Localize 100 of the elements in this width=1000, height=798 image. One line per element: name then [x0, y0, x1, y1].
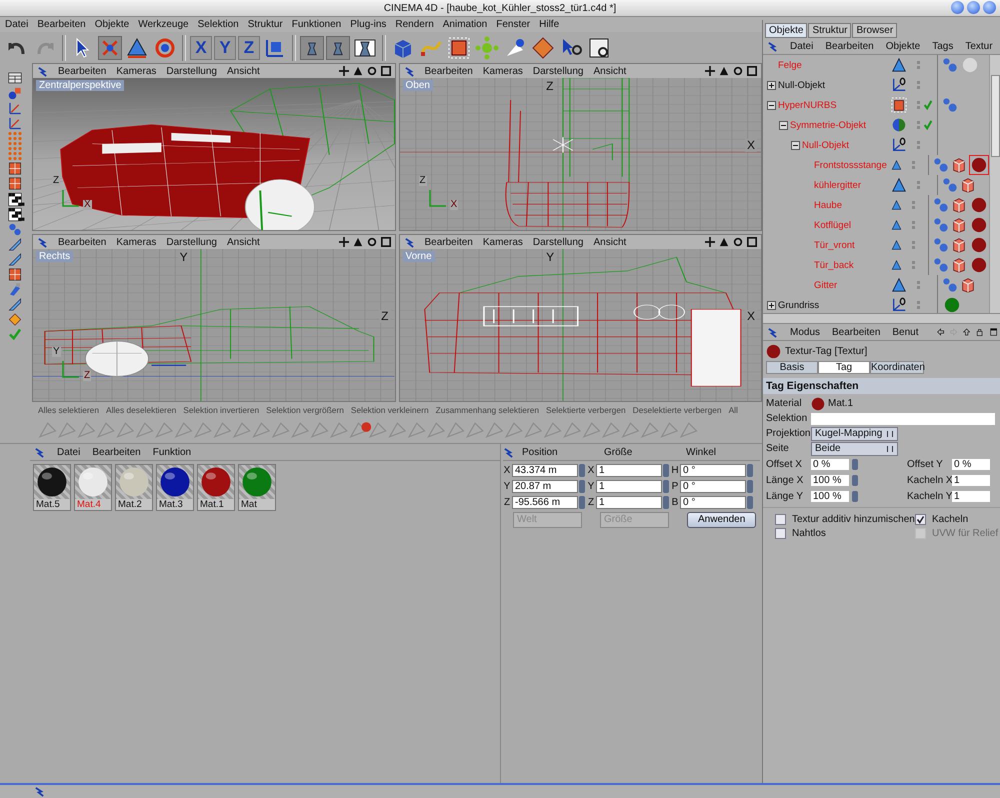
input-field[interactable]: 1 [952, 491, 990, 502]
maximize-view-icon[interactable] [747, 237, 757, 247]
viewport-menu-item[interactable]: Kameras [482, 66, 523, 76]
texture-tag[interactable] [969, 215, 989, 235]
cube-tag-icon[interactable] [951, 257, 967, 273]
render-icon[interactable] [300, 36, 324, 60]
visibility-dots-icon[interactable] [912, 261, 915, 269]
checkmark-icon[interactable] [923, 120, 933, 130]
input-field[interactable]: 0 ° [680, 464, 746, 476]
input-field[interactable]: 43.374 m [512, 464, 578, 476]
texture-tag[interactable] [969, 235, 989, 255]
cube-tag-icon[interactable] [960, 277, 976, 293]
pin-icon[interactable] [37, 236, 48, 248]
material-swatch[interactable]: Mat.5 [33, 464, 71, 511]
maximize-view-icon[interactable] [380, 237, 390, 247]
menu-item[interactable]: Fenster [496, 19, 530, 30]
checkmark-icon[interactable] [923, 100, 933, 110]
cube-tag-icon[interactable] [951, 217, 967, 233]
render-icon[interactable] [326, 36, 350, 60]
spinner-icon[interactable] [579, 496, 585, 508]
input-field[interactable]: 0 % [952, 459, 990, 470]
viewport-menu-item[interactable]: Darstellung [166, 236, 217, 248]
input-field[interactable]: 0 ° [680, 496, 746, 508]
viewport-menu-item[interactable]: Bearbeiten [58, 66, 106, 76]
spinner-icon[interactable] [663, 496, 669, 508]
menu-item[interactable]: Datei [790, 40, 814, 52]
visibility-dots-icon[interactable] [912, 201, 915, 209]
expand-toggle-icon[interactable] [767, 80, 776, 90]
texture-tag[interactable] [969, 255, 989, 275]
spinner-icon[interactable] [663, 480, 669, 492]
input-field[interactable]: 1 [596, 496, 662, 508]
menu-item[interactable]: Werkzeuge [138, 19, 189, 30]
nurbs-icon[interactable] [446, 34, 472, 60]
lock-icon[interactable] [976, 327, 984, 337]
menu-item[interactable]: Tags [932, 40, 954, 52]
rotate-icon[interactable] [366, 66, 376, 76]
command-button[interactable]: Alles selektieren [38, 404, 99, 414]
pin-icon[interactable] [767, 40, 778, 52]
viewport-menu-item[interactable]: Kameras [116, 66, 156, 76]
cube-tag-icon[interactable] [951, 237, 967, 253]
attribute-tab[interactable]: Koordinaten [870, 361, 924, 374]
visibility-dots-icon[interactable] [917, 141, 920, 149]
panel-tab[interactable]: Objekte [765, 23, 808, 38]
menu-item[interactable]: Bearbeiten [832, 326, 880, 338]
zoom-icon[interactable] [352, 66, 362, 76]
maximize-button[interactable] [967, 1, 980, 14]
checkbox[interactable] [915, 514, 926, 525]
shape-icon[interactable] [530, 34, 556, 60]
spheres-tag-icon[interactable] [942, 57, 958, 73]
scrollbar[interactable] [763, 314, 1000, 324]
command-button[interactable]: Selektion invertieren [183, 404, 260, 414]
viewport-menu-item[interactable]: Kameras [482, 236, 523, 248]
attribute-tab[interactable]: Basis [766, 361, 818, 374]
visibility-dots-icon[interactable] [917, 101, 920, 109]
rotate-icon[interactable] [733, 237, 743, 247]
menu-item[interactable]: Plug-ins [350, 19, 386, 30]
input-field[interactable]: 0 % [811, 459, 849, 470]
visibility-dots-icon[interactable] [917, 301, 920, 309]
command-button[interactable]: Selektion verkleinern [350, 404, 429, 414]
material-swatch[interactable]: Mat.1 [197, 464, 235, 511]
close-button[interactable] [983, 1, 996, 14]
menu-item[interactable]: Bearbeiten [825, 40, 874, 52]
command-button[interactable]: Zusammenhang selektieren [436, 404, 540, 414]
spinner-icon[interactable] [747, 496, 753, 508]
menu-item[interactable]: Selektion [198, 19, 239, 30]
command-button[interactable]: Selektion vergrößern [266, 404, 344, 414]
input-field[interactable]: 100 % [811, 491, 849, 502]
minimize-button[interactable] [951, 1, 964, 14]
scrollbar[interactable] [989, 55, 1000, 313]
rotate-icon[interactable] [733, 66, 743, 76]
object-name[interactable]: Null-Objekt [778, 80, 825, 90]
cube-tag-icon[interactable] [951, 157, 967, 173]
move-icon[interactable] [705, 237, 715, 247]
checkbox[interactable] [775, 514, 786, 525]
spinner-icon[interactable] [579, 480, 585, 492]
viewport-menu-item[interactable]: Ansicht [226, 66, 260, 76]
visibility-dots-icon[interactable] [917, 181, 920, 189]
move-icon[interactable] [338, 237, 348, 247]
input-field[interactable] [811, 412, 995, 424]
spinner-icon[interactable] [747, 480, 753, 492]
input-field[interactable]: 1 [596, 464, 662, 476]
pin-icon[interactable] [34, 446, 45, 458]
menu-item[interactable]: Benut [892, 326, 919, 338]
texture-tag[interactable] [969, 195, 989, 215]
spheres-tag-icon[interactable] [942, 97, 958, 113]
window-icon[interactable] [990, 327, 998, 337]
material-swatch[interactable]: Mat.3 [156, 464, 194, 511]
viewport-menu-item[interactable]: Bearbeiten [424, 236, 473, 248]
expand-toggle-icon[interactable] [767, 300, 776, 310]
apply-button[interactable]: Anwenden [687, 512, 756, 528]
spinner-icon[interactable] [747, 464, 753, 476]
input-field[interactable]: 0 ° [680, 480, 746, 492]
command-button[interactable]: Selektierte verbergen [546, 404, 626, 414]
command-button[interactable]: Deselektierte verbergen [632, 404, 722, 414]
visibility-dots-icon[interactable] [912, 221, 915, 229]
viewport-menu-item[interactable]: Darstellung [532, 236, 584, 248]
viewport-menu-item[interactable]: Ansicht [593, 236, 626, 248]
material-link[interactable]: Mat.1 [828, 398, 854, 409]
spinner-icon[interactable] [663, 464, 669, 476]
viewport-menu-item[interactable]: Bearbeiten [424, 66, 473, 76]
